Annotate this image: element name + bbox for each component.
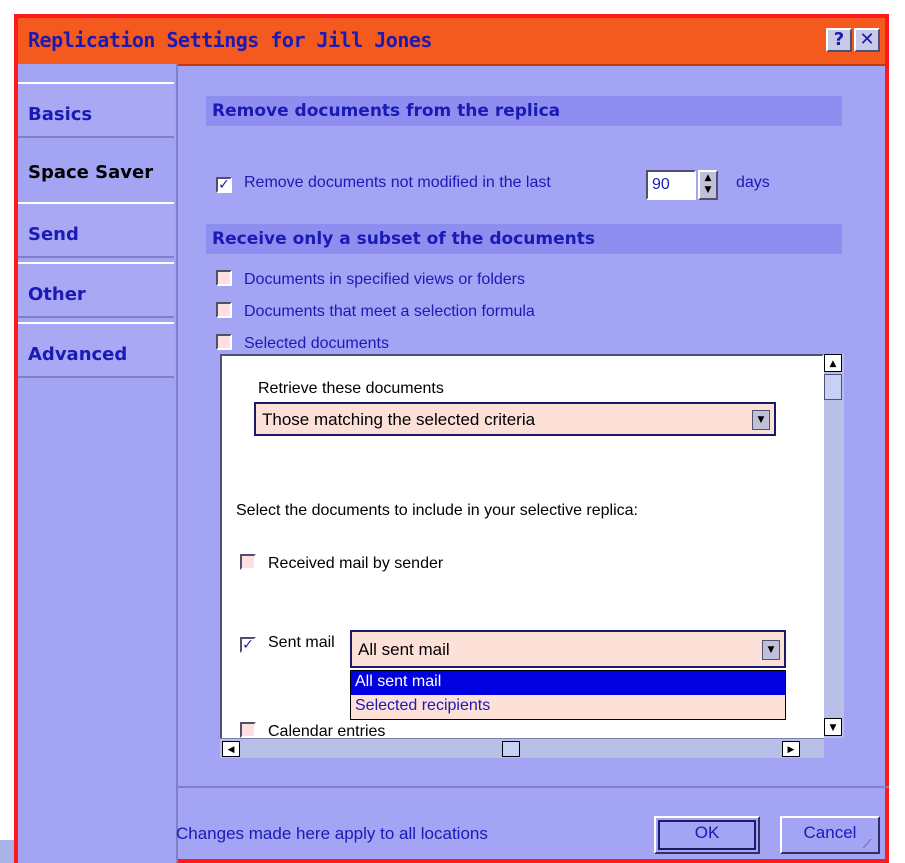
formula-label: Documents that meet a selection formula [244,303,535,320]
tab-basics[interactable]: Basics [18,82,174,138]
sent-mail-row[interactable]: ✓ Sent mail [240,634,335,653]
close-button[interactable]: ✕ [854,28,880,52]
tab-content: Remove documents from the replica ✓ Remov… [176,64,889,859]
dropdown-option-all-sent[interactable]: All sent mail [351,671,785,695]
dropdown-option-selected-recipients[interactable]: Selected recipients [351,695,785,719]
replication-settings-dialog: Replication Settings for Jill Jones ? ✕ … [14,14,889,863]
sent-mail-select-value: All sent mail [358,640,450,659]
selected-docs-label: Selected documents [244,335,389,352]
sent-mail-dropdown: All sent mail Selected recipients [350,670,786,720]
footer-note: Changes made here apply to all locations [176,824,488,843]
chevron-down-icon[interactable]: ▼ [762,640,780,660]
remove-section-header: Remove documents from the replica [206,96,842,126]
tab-space-saver[interactable]: Space Saver [18,142,174,198]
subset-option-views[interactable]: Documents in specified views or folders [216,270,525,294]
subset-option-formula[interactable]: Documents that meet a selection formula [216,302,535,326]
tab-send[interactable]: Send [18,202,174,258]
sent-mail-select[interactable]: All sent mail ▼ [350,630,786,668]
ok-button[interactable]: OK [654,816,760,854]
days-unit-label: days [736,174,770,191]
vertical-scroll-thumb[interactable] [824,374,842,400]
retrieve-label: Retrieve these documents [258,380,444,397]
views-checkbox[interactable] [216,270,232,286]
dialog-title: Replication Settings for Jill Jones [28,28,432,52]
remove-docs-label: Remove documents not modified in the las… [244,174,551,191]
retrieve-select-value: Those matching the selected criteria [262,410,536,429]
chevron-down-icon[interactable]: ▼ [752,410,770,430]
horizontal-scrollbar[interactable]: ◀ ▶ [220,738,824,758]
days-input[interactable]: 90 [646,170,696,200]
calendar-checkbox[interactable] [240,722,256,738]
scroll-right-icon[interactable]: ▶ [782,741,800,757]
tab-other[interactable]: Other [18,262,174,318]
remove-docs-checkbox[interactable]: ✓ [216,177,232,193]
remove-docs-row[interactable]: ✓ Remove documents not modified in the la… [216,174,551,198]
tab-column: Basics Space Saver Send Other Advanced [18,64,178,863]
scroll-up-icon[interactable]: ▲ [824,354,842,372]
scroll-down-icon[interactable]: ▼ [824,718,842,736]
help-button[interactable]: ? [826,28,852,52]
retrieve-select[interactable]: Those matching the selected criteria ▼ [254,402,776,436]
horizontal-scroll-thumb[interactable] [502,741,520,757]
selective-replica-panel: Retrieve these documents Those matching … [220,354,824,754]
vertical-scrollbar[interactable]: ▲ ▼ [824,354,844,738]
title-bar[interactable]: Replication Settings for Jill Jones ? ✕ [18,18,885,66]
sent-mail-checkbox[interactable]: ✓ [240,637,256,653]
received-mail-checkbox[interactable] [240,554,256,570]
footer-divider [176,786,889,788]
screen: Replication Settings for Jill Jones ? ✕ … [0,0,905,863]
received-mail-label: Received mail by sender [268,555,444,572]
sent-mail-label: Sent mail [268,634,335,651]
tab-advanced[interactable]: Advanced [18,322,174,378]
resize-grip-icon[interactable]: ⟋ [863,837,879,853]
subset-section-header: Receive only a subset of the documents [206,224,842,254]
days-spinner[interactable]: ▲ ▼ [698,170,718,200]
select-docs-label: Select the documents to include in your … [236,502,638,519]
views-label: Documents in specified views or folders [244,271,526,288]
formula-checkbox[interactable] [216,302,232,318]
scroll-left-icon[interactable]: ◀ [222,741,240,757]
received-mail-row[interactable]: Received mail by sender [240,554,443,573]
selected-docs-checkbox[interactable] [216,334,232,350]
